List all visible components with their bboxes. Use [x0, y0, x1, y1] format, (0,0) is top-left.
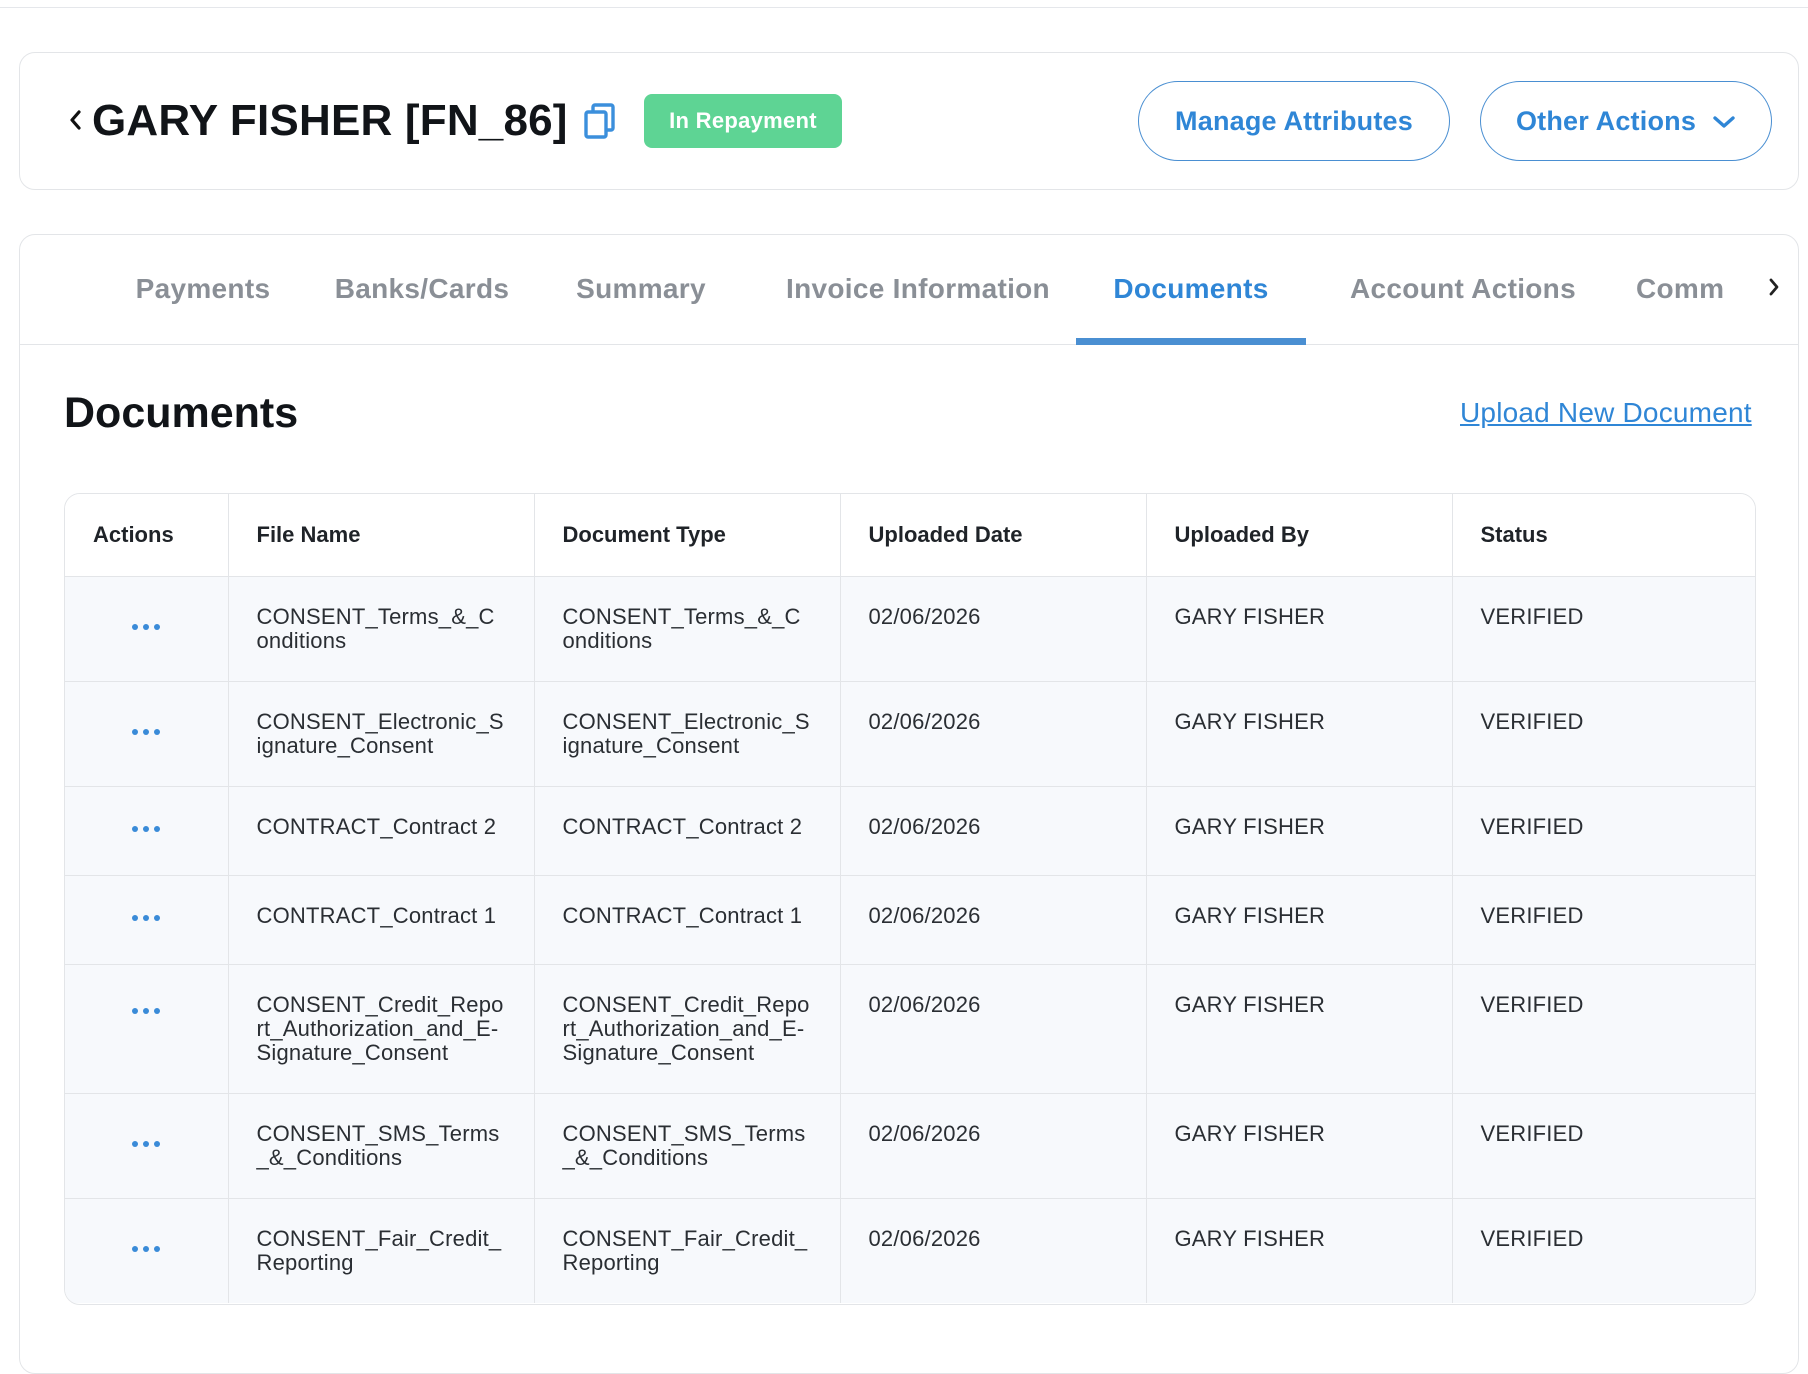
file-name-cell: CONSENT_Credit_Report_Authorization_and_… [228, 964, 535, 1094]
status-cell: VERIFIED [1452, 681, 1755, 787]
uploaded-by-cell: GARY FISHER [1146, 576, 1453, 682]
row-actions-button[interactable] [65, 728, 228, 739]
other-actions-button[interactable]: Other Actions [1480, 81, 1772, 161]
more-icon [130, 623, 163, 630]
uploaded-by-cell: GARY FISHER [1146, 786, 1453, 876]
uploaded-date-cell: 02/06/2026 [840, 875, 1147, 965]
uploaded-by-cell: GARY FISHER [1146, 875, 1453, 965]
table-row: CONSENT_SMS_Terms_&_Conditions CONSENT_S… [65, 1093, 1755, 1199]
status-cell: VERIFIED [1452, 964, 1755, 1094]
status-badge: In Repayment [644, 94, 842, 148]
other-actions-label: Other Actions [1515, 105, 1697, 136]
chevron-right-icon [1767, 276, 1781, 303]
documents-table: Actions File Name Document Type Uploaded… [64, 493, 1756, 1305]
table-row: CONSENT_Electronic_Signature_Consent CON… [65, 681, 1755, 787]
row-actions-button[interactable] [65, 914, 228, 925]
account-header: GARY FISHER [FN_86] In Repayment Manage … [19, 52, 1799, 190]
uploaded-date-cell: 02/06/2026 [840, 786, 1147, 876]
column-header-status[interactable]: Status [1452, 494, 1755, 577]
column-header-uploaded-by[interactable]: Uploaded By [1146, 494, 1453, 577]
tab-communications[interactable]: Comm [1636, 235, 1748, 343]
more-icon [130, 1140, 163, 1147]
file-name-cell: CONSENT_Fair_Credit_Reporting [228, 1198, 535, 1303]
table-row: CONTRACT_Contract 1 CONTRACT_Contract 1 … [65, 875, 1755, 965]
more-icon [130, 728, 163, 735]
status-cell: VERIFIED [1452, 1093, 1755, 1199]
column-header-document-type[interactable]: Document Type [534, 494, 841, 577]
row-actions-button[interactable] [65, 965, 228, 1018]
more-icon [130, 1007, 163, 1014]
back-button[interactable] [62, 103, 90, 141]
file-name-cell: CONSENT_SMS_Terms_&_Conditions [228, 1093, 535, 1199]
tab-payments[interactable]: Payments [128, 235, 278, 343]
page-title: GARY FISHER [FN_86] [92, 96, 568, 145]
upload-new-document-link[interactable]: Upload New Document [1460, 397, 1752, 429]
status-cell: VERIFIED [1452, 875, 1755, 965]
more-icon [130, 914, 163, 921]
uploaded-by-cell: GARY FISHER [1146, 681, 1453, 787]
document-type-cell: CONSENT_Terms_&_Conditions [534, 576, 841, 682]
document-type-cell: CONSENT_Fair_Credit_Reporting [534, 1198, 841, 1303]
row-actions-button[interactable] [65, 825, 228, 836]
file-name-cell: CONSENT_Electronic_Signature_Consent [228, 681, 535, 787]
chevron-left-icon [68, 108, 84, 137]
more-icon [130, 825, 163, 832]
uploaded-by-cell: GARY FISHER [1146, 1198, 1453, 1303]
actions-cell [65, 964, 229, 1094]
status-cell: VERIFIED [1452, 1198, 1755, 1303]
table-row: CONTRACT_Contract 2 CONTRACT_Contract 2 … [65, 786, 1755, 876]
table-row: CONSENT_Fair_Credit_Reporting CONSENT_Fa… [65, 1198, 1755, 1303]
document-type-cell: CONSENT_SMS_Terms_&_Conditions [534, 1093, 841, 1199]
document-type-cell: CONTRACT_Contract 2 [534, 786, 841, 876]
status-cell: VERIFIED [1452, 576, 1755, 682]
status-cell: VERIFIED [1452, 786, 1755, 876]
actions-cell [65, 786, 229, 876]
tab-bar: Payments Banks/Cards Summary Invoice Inf… [20, 235, 1798, 345]
document-type-cell: CONTRACT_Contract 1 [534, 875, 841, 965]
tab-scroll-right-button[interactable] [1756, 271, 1792, 307]
file-name-cell: CONTRACT_Contract 2 [228, 786, 535, 876]
manage-attributes-label: Manage Attributes [1175, 105, 1413, 136]
top-divider [0, 0, 1808, 8]
actions-cell [65, 681, 229, 787]
table-row: CONSENT_Terms_&_Conditions CONSENT_Terms… [65, 576, 1755, 682]
uploaded-date-cell: 02/06/2026 [840, 1198, 1147, 1303]
more-icon [130, 1245, 163, 1252]
uploaded-by-cell: GARY FISHER [1146, 1093, 1453, 1199]
row-actions-button[interactable] [65, 1140, 228, 1151]
uploaded-date-cell: 02/06/2026 [840, 681, 1147, 787]
column-header-file-name[interactable]: File Name [228, 494, 535, 577]
section-title: Documents [64, 389, 299, 437]
row-actions-button[interactable] [65, 1245, 228, 1256]
actions-cell [65, 576, 229, 682]
column-header-uploaded-date[interactable]: Uploaded Date [840, 494, 1147, 577]
uploaded-date-cell: 02/06/2026 [840, 1093, 1147, 1199]
tab-documents[interactable]: Documents [1076, 235, 1306, 345]
file-name-cell: CONTRACT_Contract 1 [228, 875, 535, 965]
tab-account-actions[interactable]: Account Actions [1338, 235, 1588, 343]
file-name-cell: CONSENT_Terms_&_Conditions [228, 576, 535, 682]
tab-summary[interactable]: Summary [566, 235, 716, 343]
uploaded-date-cell: 02/06/2026 [840, 576, 1147, 682]
chevron-down-icon [1712, 106, 1736, 137]
table-header-row: Actions File Name Document Type Uploaded… [65, 494, 1755, 577]
tab-banks-cards[interactable]: Banks/Cards [330, 235, 514, 343]
manage-attributes-button[interactable]: Manage Attributes [1138, 81, 1450, 161]
documents-card: Payments Banks/Cards Summary Invoice Inf… [19, 234, 1799, 1374]
column-header-actions: Actions [65, 494, 229, 577]
uploaded-date-cell: 02/06/2026 [840, 964, 1147, 1094]
copy-icon [583, 102, 617, 145]
tab-invoice-information[interactable]: Invoice Information [772, 235, 1064, 343]
table-row: CONSENT_Credit_Report_Authorization_and_… [65, 964, 1755, 1094]
document-type-cell: CONSENT_Electronic_Signature_Consent [534, 681, 841, 787]
actions-cell [65, 1198, 229, 1303]
uploaded-by-cell: GARY FISHER [1146, 964, 1453, 1094]
row-actions-button[interactable] [65, 623, 228, 634]
copy-button[interactable] [580, 101, 620, 145]
actions-cell [65, 875, 229, 965]
actions-cell [65, 1093, 229, 1199]
document-type-cell: CONSENT_Credit_Report_Authorization_and_… [534, 964, 841, 1094]
